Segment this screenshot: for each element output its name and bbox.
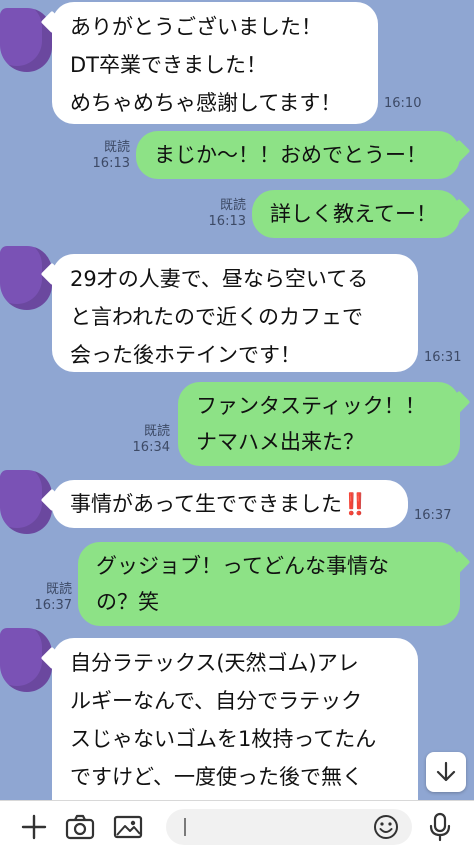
image-button[interactable]	[112, 811, 144, 843]
message-time: 16:31	[424, 350, 461, 366]
timestamp: 16:34	[132, 440, 170, 455]
microphone-icon	[429, 812, 451, 842]
message-bubble-incoming[interactable]: 事情があって生でできました‼️	[52, 480, 408, 528]
chat-area[interactable]: ありがとうございました！ DT卒業できました！ めちゃめちゃ感謝してます！ 16…	[0, 0, 474, 800]
timestamp: 16:13	[92, 156, 130, 171]
timestamp: 16:37	[34, 598, 72, 613]
read-receipt: 既読	[45, 582, 72, 597]
message-meta: 既読 16:13	[84, 140, 130, 172]
message-time: 16:10	[384, 96, 421, 112]
timestamp: 16:31	[424, 350, 462, 365]
read-receipt: 既読	[143, 424, 170, 439]
message-meta: 既読 16:34	[124, 424, 170, 456]
message-bubble-outgoing[interactable]: ファンタスティック！！ ナマハメ出来た？	[178, 382, 460, 466]
message-time: 16:37	[414, 508, 451, 524]
message-meta: 既読 16:13	[200, 198, 246, 230]
voice-button[interactable]	[424, 811, 456, 843]
emoji-button[interactable]	[370, 811, 402, 843]
message-bubble-outgoing[interactable]: グッジョブ！ってどんな事情な の？笑	[78, 542, 460, 626]
message-bubble-incoming[interactable]: 自分ラテックス(天然ゴム)アレ ルギーなんで、自分でラテック スじゃないゴムを1…	[52, 638, 418, 800]
plus-icon	[21, 814, 47, 840]
emoji-icon	[374, 815, 398, 839]
message-bubble-incoming[interactable]: 29才の人妻で、昼なら空いてる と言われたので近くのカフェで 会った後ホテインで…	[52, 254, 418, 372]
timestamp: 16:13	[208, 214, 246, 229]
image-icon	[113, 815, 143, 839]
scroll-to-bottom-button[interactable]	[426, 752, 466, 792]
message-bubble-outgoing[interactable]: まじか〜！！おめでとうー！	[136, 131, 460, 179]
camera-button[interactable]	[64, 811, 96, 843]
message-bubble-outgoing[interactable]: 詳しく教えてー！	[252, 190, 460, 238]
arrow-down-icon	[436, 761, 456, 782]
timestamp: 16:10	[384, 96, 422, 111]
message-bubble-incoming[interactable]: ありがとうございました！ DT卒業できました！ めちゃめちゃ感謝してます！	[52, 2, 378, 124]
text-cursor	[184, 818, 186, 836]
timestamp: 16:37	[414, 508, 452, 523]
plus-button[interactable]	[18, 811, 50, 843]
message-composer	[0, 800, 474, 852]
camera-icon	[65, 814, 95, 840]
message-meta: 既読 16:37	[26, 582, 72, 614]
read-receipt: 既読	[219, 198, 246, 213]
read-receipt: 既読	[103, 140, 130, 155]
